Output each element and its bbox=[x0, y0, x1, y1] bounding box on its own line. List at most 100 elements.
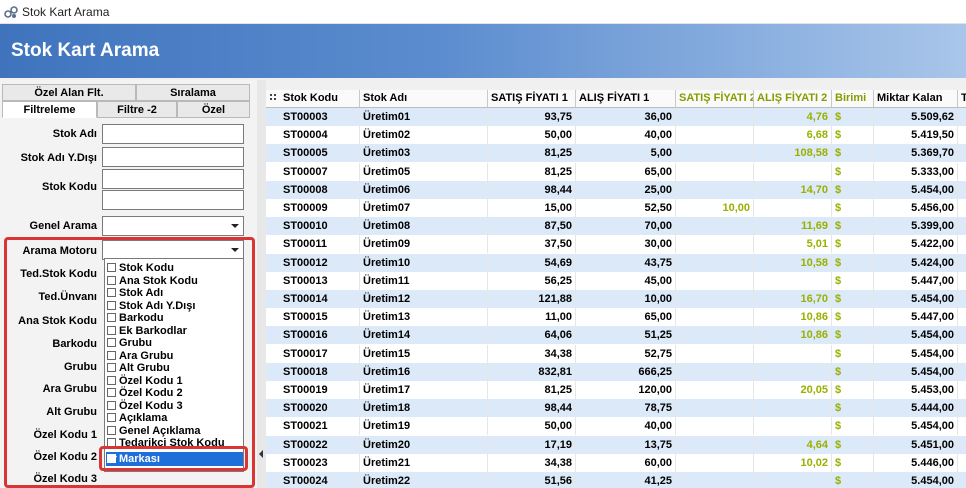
table-row[interactable]: ST00007 Üretim05 81,25 65,00 $5.333,00 bbox=[266, 162, 966, 181]
stock-code-input-1[interactable] bbox=[102, 169, 244, 189]
col-sale-price-2[interactable]: SATIŞ FİYATI 2 bbox=[676, 90, 754, 107]
checkbox[interactable] bbox=[107, 263, 116, 272]
option-special-code-2[interactable]: Özel Kodu 2 bbox=[107, 387, 183, 399]
checkbox[interactable] bbox=[107, 388, 116, 397]
stock-grid: Stok Kodu Stok Adı SATIŞ FİYATI 1 ALIŞ F… bbox=[266, 90, 966, 488]
table-row[interactable]: ST00020 Üretim18 98,44 78,75 $5.444,00 bbox=[266, 399, 966, 418]
table-row[interactable]: ST00022 Üretim20 17,19 13,75 4,64 $5.451,00 bbox=[266, 435, 966, 454]
tab-filter-2[interactable]: Filtre -2 bbox=[97, 101, 177, 118]
table-cell: 10,02 bbox=[754, 453, 832, 472]
option-special-code-1[interactable]: Özel Kodu 1 bbox=[107, 375, 183, 387]
stock-code-input-2[interactable] bbox=[102, 190, 244, 210]
table-cell bbox=[676, 126, 754, 145]
table-row[interactable]: ST00014 Üretim12 121,88 10,00 16,70 $5.454,00 bbox=[266, 290, 966, 308]
checkbox[interactable] bbox=[107, 313, 116, 322]
table-row[interactable]: ST00004 Üretim02 50,00 40,00 6,68 $5.419,50 bbox=[266, 126, 966, 145]
table-row[interactable]: ST00013 Üretim11 56,25 45,00 $5.447,00 bbox=[266, 271, 966, 290]
checkbox[interactable] bbox=[107, 425, 116, 435]
table-cell: ST00007 bbox=[280, 162, 360, 181]
stock-name-input[interactable] bbox=[102, 124, 244, 144]
col-stock-code[interactable]: Stok Kodu bbox=[280, 90, 360, 107]
checkbox[interactable] bbox=[107, 363, 116, 372]
table-row[interactable]: ST00019 Üretim17 81,25 120,00 20,05 $5.453,00 bbox=[266, 381, 966, 399]
table-row[interactable]: ST00012 Üretim10 54,69 43,75 10,58 $5.424,00 bbox=[266, 253, 966, 272]
option-special-code-3[interactable]: Özel Kodu 3 bbox=[107, 400, 183, 412]
table-cell: 5.454,00 bbox=[874, 362, 958, 381]
table-cell bbox=[676, 435, 754, 454]
table-cell: 56,25 bbox=[488, 271, 576, 290]
table-cell: 5.424,00 bbox=[874, 253, 958, 272]
option-barcode[interactable]: Barkodu bbox=[107, 312, 164, 324]
col-more[interactable]: T bbox=[958, 90, 966, 107]
table-cell: $ bbox=[832, 362, 874, 381]
table-cell: 25,00 bbox=[576, 180, 676, 199]
checkbox[interactable] bbox=[107, 413, 116, 422]
checkbox[interactable] bbox=[107, 338, 116, 347]
collapse-arrow-icon[interactable] bbox=[259, 450, 263, 458]
option-extra-barcodes[interactable]: Ek Barkodlar bbox=[107, 325, 187, 337]
tab-custom[interactable]: Özel bbox=[177, 101, 250, 118]
search-engine-options-list[interactable]: Stok Kodu Ana Stok Kodu Stok Adı Stok Ad… bbox=[104, 258, 244, 472]
table-row[interactable]: ST00024 Üretim22 51,56 41,25 $5.454,00 bbox=[266, 472, 966, 488]
checkbox[interactable] bbox=[107, 400, 116, 410]
table-row[interactable]: ST00008 Üretim06 98,44 25,00 14,70 $5.454,00 bbox=[266, 180, 966, 199]
table-row[interactable]: ST00009 Üretim07 15,00 52,50 10,00 $5.456,00 bbox=[266, 199, 966, 217]
table-cell bbox=[754, 162, 832, 181]
table-cell: Üretim14 bbox=[360, 326, 488, 345]
table-row[interactable]: ST00011 Üretim09 37,50 30,00 5,01 $5.422,00 bbox=[266, 235, 966, 254]
table-cell bbox=[754, 344, 832, 363]
checkbox[interactable] bbox=[107, 350, 116, 360]
col-purchase-price-2[interactable]: ALIŞ FİYATI 2 bbox=[754, 90, 832, 107]
table-cell: Üretim16 bbox=[360, 362, 488, 381]
table-row[interactable]: ST00005 Üretim03 81,25 5,00 108,58 $5.369,70 bbox=[266, 144, 966, 163]
table-cell bbox=[676, 290, 754, 308]
checkbox[interactable] bbox=[107, 288, 116, 297]
checkbox[interactable] bbox=[107, 375, 116, 385]
table-row[interactable]: ST00010 Üretim08 87,50 70,00 11,69 $5.399,00 bbox=[266, 217, 966, 236]
table-cell: 40,00 bbox=[576, 126, 676, 145]
table-cell: 70,00 bbox=[576, 217, 676, 236]
table-cell: Üretim10 bbox=[360, 253, 488, 272]
table-row[interactable]: ST00015 Üretim13 11,00 65,00 10,86 $5.447,00 bbox=[266, 308, 966, 327]
option-stock-name[interactable]: Stok Adı bbox=[107, 287, 163, 299]
table-row[interactable]: ST00021 Üretim19 50,00 40,00 $5.454,00 bbox=[266, 417, 966, 436]
option-stock-code[interactable]: Stok Kodu bbox=[107, 262, 174, 274]
option-description[interactable]: Açıklama bbox=[107, 412, 167, 424]
option-sub-group[interactable]: Ara Grubu bbox=[107, 350, 173, 362]
tab-custom-field-filter[interactable]: Özel Alan Flt. bbox=[2, 84, 136, 101]
col-sale-price-1[interactable]: SATIŞ FİYATI 1 bbox=[488, 90, 576, 107]
option-bottom-group[interactable]: Alt Grubu bbox=[107, 362, 170, 374]
table-cell: 34,38 bbox=[488, 453, 576, 472]
table-cell: ST00013 bbox=[280, 271, 360, 290]
table-cell: 50,00 bbox=[488, 126, 576, 145]
table-cell bbox=[754, 417, 832, 436]
table-cell bbox=[676, 453, 754, 472]
table-cell: $ bbox=[832, 253, 874, 272]
table-row[interactable]: ST00018 Üretim16 832,81 666,25 $5.454,00 bbox=[266, 362, 966, 381]
checkbox[interactable] bbox=[107, 325, 116, 335]
col-quantity-left[interactable]: Miktar Kalan bbox=[874, 90, 958, 107]
column-grip-icon[interactable] bbox=[270, 94, 278, 103]
table-cell: 10,00 bbox=[576, 290, 676, 308]
option-group[interactable]: Grubu bbox=[107, 337, 152, 349]
table-row[interactable]: ST00003 Üretim01 93,75 36,00 4,76 $5.509,62 bbox=[266, 108, 966, 126]
tab-sorting[interactable]: Sıralama bbox=[136, 84, 250, 101]
col-stock-name[interactable]: Stok Adı bbox=[360, 90, 488, 107]
table-row[interactable]: ST00016 Üretim14 64,06 51,25 10,86 $5.454,00 bbox=[266, 326, 966, 345]
option-stock-name-foreign[interactable]: Stok Adı Y.Dışı bbox=[107, 300, 195, 312]
tab-filtering[interactable]: Filtreleme bbox=[2, 101, 97, 118]
table-row[interactable]: ST00023 Üretim21 34,38 60,00 10,02 $5.446,00 bbox=[266, 453, 966, 472]
col-purchase-price-1[interactable]: ALIŞ FİYATI 1 bbox=[576, 90, 676, 107]
stock-name-foreign-input[interactable] bbox=[102, 147, 244, 167]
table-cell: ST00018 bbox=[280, 362, 360, 381]
table-cell: 4,64 bbox=[754, 435, 832, 454]
option-general-description[interactable]: Genel Açıklama bbox=[107, 425, 201, 437]
table-cell: $ bbox=[832, 308, 874, 327]
col-unit[interactable]: Birimi bbox=[832, 90, 874, 107]
general-search-dropdown[interactable] bbox=[102, 216, 244, 236]
table-row[interactable]: ST00017 Üretim15 34,38 52,75 $5.454,00 bbox=[266, 344, 966, 363]
checkbox[interactable] bbox=[107, 275, 116, 285]
option-main-stock-code[interactable]: Ana Stok Kodu bbox=[107, 275, 198, 287]
checkbox[interactable] bbox=[107, 300, 116, 310]
panel-splitter[interactable] bbox=[257, 80, 266, 488]
